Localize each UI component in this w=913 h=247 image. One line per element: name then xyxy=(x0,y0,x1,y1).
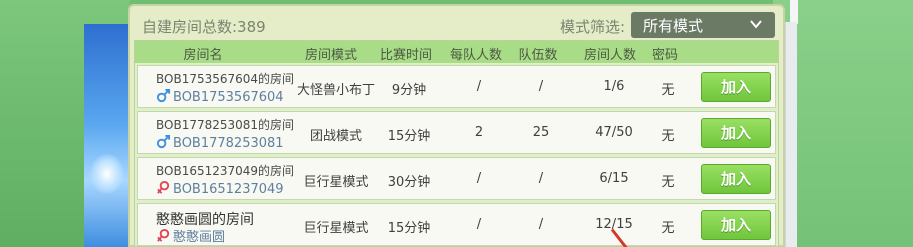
match-time: 9分钟 xyxy=(391,83,427,98)
password-status: 无 xyxy=(661,129,675,144)
room-name: BOB1753567604的房间 xyxy=(156,72,295,86)
team-count: / xyxy=(538,217,544,232)
match-time: 15分钟 xyxy=(387,221,431,236)
column-player-count: 房间人数 xyxy=(583,48,636,63)
female-icon xyxy=(157,228,170,242)
team-count: / xyxy=(538,171,544,186)
players-per-team: / xyxy=(476,171,482,186)
total-rooms-label: 自建房间总数:389 xyxy=(142,18,266,36)
background-poster xyxy=(84,24,130,247)
poster-glow xyxy=(90,154,124,194)
room-name: BOB1778253081的房间 xyxy=(156,118,295,132)
room-owner: BOB1651237049 xyxy=(156,180,284,198)
side-panel xyxy=(785,22,797,247)
column-per-team: 每队人数 xyxy=(449,48,502,63)
password-status: 无 xyxy=(661,221,675,236)
player-count: 47/50 xyxy=(595,125,633,140)
table-row: BOB1753567604的房间 BOB1753567604 大怪兽小布丁 9分… xyxy=(137,65,776,108)
players-per-team: 2 xyxy=(474,125,484,140)
column-room-mode: 房间模式 xyxy=(304,48,357,63)
column-match-time: 比赛时间 xyxy=(379,48,432,63)
room-owner: BOB1753567604 xyxy=(156,88,284,106)
room-name: BOB1651237049的房间 xyxy=(156,164,295,178)
dialog-top-bar: 自建房间总数:389 模式筛选: 所有模式 xyxy=(130,6,783,40)
room-table: 房间名 房间模式 比赛时间 每队人数 队伍数 房间人数 密码 BOB175356… xyxy=(134,40,779,247)
male-icon xyxy=(156,88,171,103)
owner-name: BOB1778253081 xyxy=(173,136,284,151)
team-count: / xyxy=(538,79,544,94)
table-row: 憨憨画圆的房间 憨憨画圆 巨行星模式 15分钟 / / 12/15 无 加入 xyxy=(137,203,776,246)
room-mode: 巨行星模式 xyxy=(303,221,369,236)
match-time: 30分钟 xyxy=(387,175,431,190)
column-password: 密码 xyxy=(651,48,678,63)
room-owner: 憨憨画圆 xyxy=(156,226,226,245)
table-row: BOB1778253081的房间 BOB1778253081 团战模式 15分钟… xyxy=(137,111,776,154)
players-per-team: / xyxy=(476,79,482,94)
password-status: 无 xyxy=(661,175,675,190)
players-per-team: / xyxy=(476,217,482,232)
join-button[interactable]: 加入 xyxy=(701,164,771,194)
owner-name: BOB1651237049 xyxy=(173,182,284,197)
owner-name: BOB1753567604 xyxy=(173,90,284,105)
male-icon xyxy=(156,134,171,149)
join-button[interactable]: 加入 xyxy=(701,118,771,148)
player-count: 6/15 xyxy=(599,171,629,186)
join-button[interactable]: 加入 xyxy=(701,210,771,240)
room-owner: BOB1778253081 xyxy=(156,134,284,152)
chevron-down-icon xyxy=(750,20,762,29)
match-time: 15分钟 xyxy=(387,129,431,144)
room-mode: 巨行星模式 xyxy=(303,175,369,190)
room-mode: 大怪兽小布丁 xyxy=(296,83,375,98)
table-row: BOB1651237049的房间 BOB1651237049 巨行星模式 30分… xyxy=(137,157,776,200)
join-button[interactable]: 加入 xyxy=(701,72,771,102)
player-count: 1/6 xyxy=(603,79,625,94)
column-team-count: 队伍数 xyxy=(518,48,558,63)
female-icon xyxy=(157,180,170,194)
password-status: 无 xyxy=(661,83,675,98)
side-panel-top xyxy=(790,0,798,24)
room-mode: 团战模式 xyxy=(309,129,362,144)
mode-filter-label: 模式筛选: xyxy=(560,18,626,36)
table-header: 房间名 房间模式 比赛时间 每队人数 队伍数 房间人数 密码 xyxy=(135,41,778,63)
room-list-dialog: 自建房间总数:389 模式筛选: 所有模式 房间名 房间模式 比赛时间 每队人数… xyxy=(128,4,785,247)
mode-filter-select[interactable]: 所有模式 xyxy=(631,12,775,38)
mode-filter-value: 所有模式 xyxy=(643,17,704,35)
column-room-name: 房间名 xyxy=(183,48,223,63)
team-count: 25 xyxy=(532,125,550,140)
owner-name: 憨憨画圆 xyxy=(173,230,226,245)
